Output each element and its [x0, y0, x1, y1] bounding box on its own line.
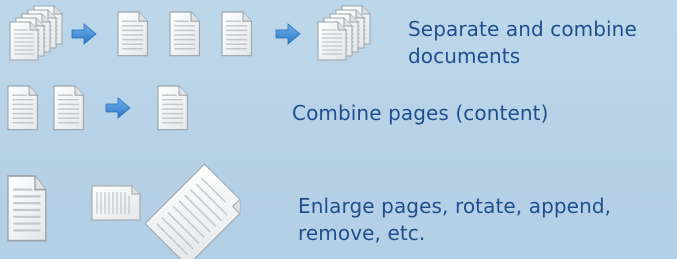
landscape-document-icon: [91, 185, 141, 221]
caption-line: Separate and combine: [408, 17, 637, 41]
caption-enlarge-rotate: Enlarge pages, rotate, append, remove, e…: [298, 193, 611, 247]
caption-line: remove, etc.: [298, 221, 426, 245]
arrow-right-icon: [105, 97, 131, 119]
document-stack-icon: [317, 5, 371, 61]
document-icon: [169, 11, 201, 57]
caption-combine-pages: Combine pages (content): [292, 100, 548, 127]
document-icon: [7, 85, 39, 131]
arrow-right-icon: [71, 23, 97, 45]
document-stack-icon: [9, 5, 63, 61]
caption-separate-combine: Separate and combine documents: [408, 16, 637, 70]
rotated-document-icon: [144, 163, 241, 259]
caption-line: documents: [408, 44, 521, 68]
arrow-right-icon: [275, 23, 301, 45]
document-icon: [221, 11, 253, 57]
document-icon: [117, 11, 149, 57]
caption-line: Combine pages (content): [292, 101, 549, 125]
document-icon: [53, 85, 85, 131]
document-icon: [6, 174, 47, 242]
document-operations-panel: Separate and combine documents Combine p…: [0, 0, 677, 259]
document-icon: [157, 85, 189, 131]
caption-line: Enlarge pages, rotate, append,: [298, 194, 612, 218]
